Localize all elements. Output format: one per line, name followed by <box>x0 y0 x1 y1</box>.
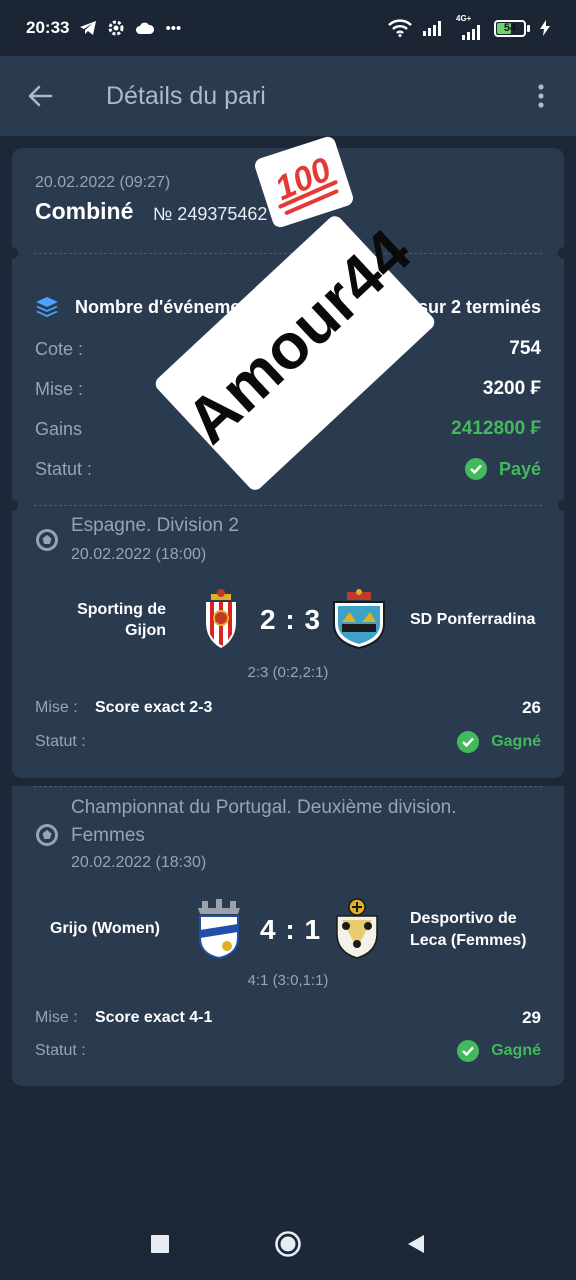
more-vertical-icon <box>538 84 544 108</box>
event-score-detail: 4:1 (3:0,1:1) <box>247 972 329 989</box>
status-badge: Payé <box>464 458 541 480</box>
event-status-label: Statut : <box>35 1042 86 1059</box>
grijo-crest-icon <box>198 899 240 960</box>
cloud-icon <box>136 22 155 34</box>
event-bet-row: Mise : Score exact 2-3 26 <box>35 695 541 721</box>
leca-crest-icon <box>336 898 378 959</box>
event-bet-row: Mise : Score exact 4-1 29 <box>35 1005 541 1031</box>
back-button[interactable] <box>0 56 80 136</box>
events-count-value: sur 2 terminés <box>417 296 541 317</box>
home-team-name: Grijo (Women) <box>50 920 160 937</box>
layers-icon <box>36 297 58 317</box>
event-pick: Score exact 2-3 <box>95 699 213 716</box>
home-button[interactable] <box>268 1224 308 1264</box>
event-status-value: Gagné <box>491 733 541 750</box>
bet-details-card: 20.02.2022 (09:27) Combiné № 249375462 N… <box>6 148 570 778</box>
bet-number: № 249375462 <box>153 204 268 224</box>
event-pick: Score exact 4-1 <box>95 1009 213 1026</box>
more-dots-icon: ••• <box>165 19 182 37</box>
clock: 20:33 <box>26 18 70 37</box>
event-odd: 26 <box>522 698 541 717</box>
odds-label: Cote : <box>35 338 84 359</box>
stake-value: 3200 ₣ <box>482 378 541 399</box>
event-score-detail: 2:3 (0:2,2:1) <box>247 664 329 681</box>
settings-icon <box>108 20 124 36</box>
event-league: Championnat du Portugal. Deuxième divisi… <box>71 797 457 818</box>
system-icons: 4G+ 54 <box>388 14 550 40</box>
signal-icon <box>462 25 480 40</box>
event-status-row: Statut : Gagné <box>35 729 541 755</box>
ponferradina-crest-icon <box>333 589 385 650</box>
app-bar: Détails du pari <box>0 56 576 136</box>
away-team-name-line1: Desportivo de <box>410 910 517 927</box>
event-league: Espagne. Division 2 <box>71 515 239 536</box>
event-status-value: Gagné <box>491 1042 541 1059</box>
check-circle-icon <box>457 731 480 753</box>
recents-button[interactable] <box>140 1224 180 1264</box>
recents-square-icon <box>151 1235 169 1253</box>
sporting-gijon-crest-icon <box>206 589 236 648</box>
wifi-icon <box>388 19 412 37</box>
more-menu-button[interactable] <box>506 56 576 136</box>
system-back-button[interactable] <box>396 1224 436 1264</box>
event-score: 4 : 1 <box>260 914 322 945</box>
network-label: 4G+ <box>456 14 472 23</box>
charging-icon <box>540 20 550 36</box>
battery-icon: 54 <box>494 19 530 37</box>
event-status-badge: Gagné <box>457 1040 541 1062</box>
check-circle-icon <box>464 458 487 480</box>
signal-4g-indicator: 4G+ <box>454 14 484 40</box>
away-team-name: SD Ponferradina <box>410 611 536 628</box>
home-circle-icon <box>275 1231 301 1257</box>
status-label: Statut : <box>35 458 93 479</box>
winnings-label: Gains <box>35 418 83 439</box>
event-stake-label: Mise : <box>35 699 78 716</box>
event-status-row: Statut : Gagné <box>35 1038 541 1064</box>
event-card: Championnat du Portugal. Deuxième divisi… <box>12 786 564 1086</box>
telegram-icon <box>80 21 97 35</box>
bet-type: Combiné <box>35 198 134 224</box>
event-score: 2 : 3 <box>260 604 322 635</box>
home-team-name: Sporting de Gijon <box>77 601 166 639</box>
battery-level: 54 <box>503 22 517 34</box>
event-date: 20.02.2022 (18:30) <box>71 854 207 871</box>
notification-icons: ••• <box>79 19 181 37</box>
system-nav-bar <box>0 1208 576 1280</box>
away-team-name-line2: Leca (Femmes) <box>410 932 527 949</box>
check-circle-icon <box>457 1040 480 1062</box>
bet-date: 20.02.2022 (09:27) <box>35 174 171 191</box>
status-value: Payé <box>498 458 541 479</box>
event-stake-label: Mise : <box>35 1009 78 1026</box>
arrow-left-icon <box>28 85 53 107</box>
football-icon <box>36 824 58 846</box>
football-icon <box>36 529 58 551</box>
odds-value: 754 <box>509 338 541 359</box>
back-triangle-icon <box>408 1235 424 1253</box>
event-odd: 29 <box>522 1008 541 1027</box>
status-bar: 20:33 ••• 4G+ 54 <box>0 0 576 56</box>
stake-label: Mise : <box>35 378 84 399</box>
event-date: 20.02.2022 (18:00) <box>71 546 207 563</box>
winnings-value: 2412800 ₣ <box>451 418 541 439</box>
event-league-line2: Femmes <box>71 825 145 846</box>
signal-icon <box>423 21 441 36</box>
svg-text:100: 100 <box>269 150 336 208</box>
page-title: Détails du pari <box>106 81 266 110</box>
event-status-label: Statut : <box>35 733 86 750</box>
event-status-badge: Gagné <box>457 731 541 753</box>
